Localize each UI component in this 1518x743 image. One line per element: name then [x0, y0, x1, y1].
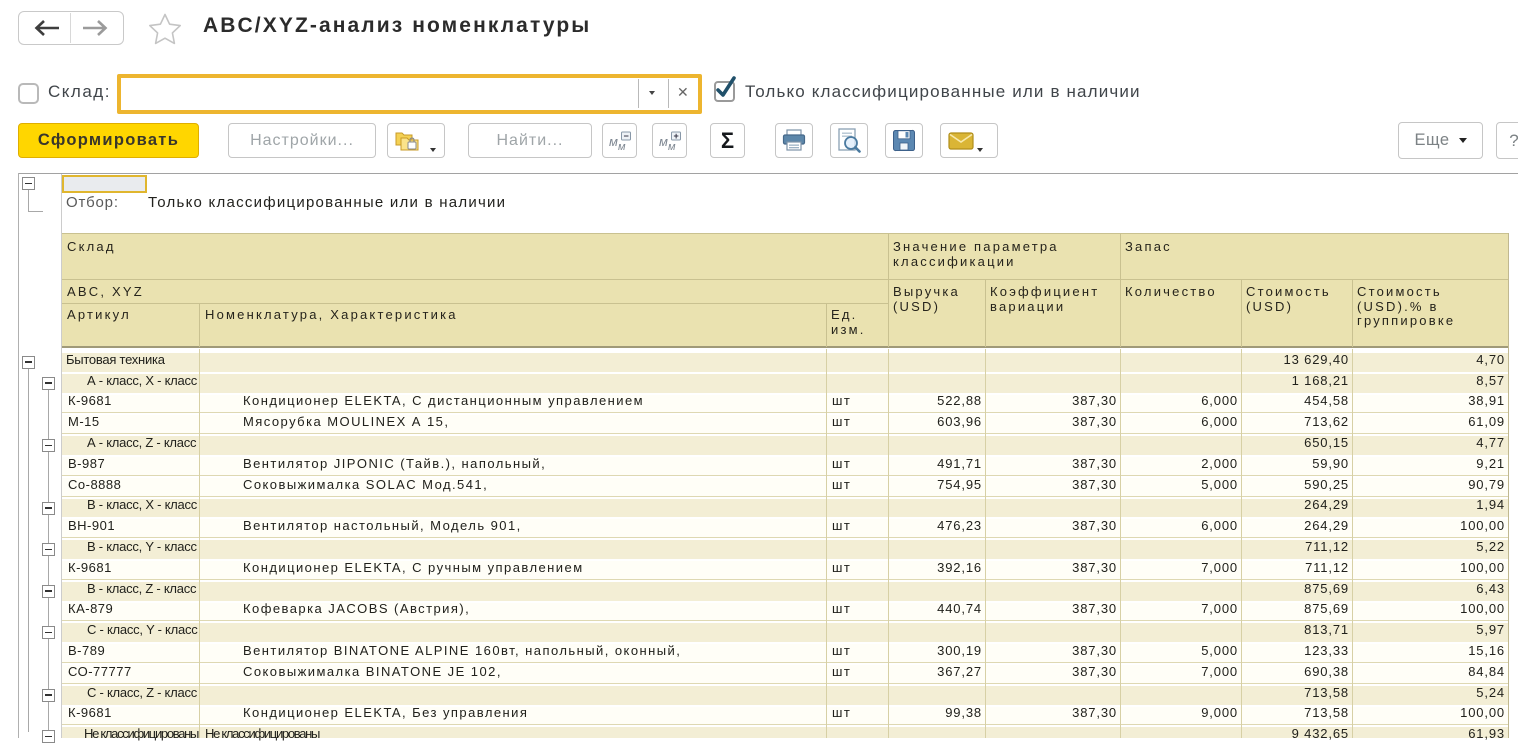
svg-text:м: м	[668, 141, 676, 152]
svg-text:м: м	[659, 134, 668, 149]
svg-text:−: −	[624, 131, 629, 141]
svg-text:м: м	[609, 134, 618, 149]
svg-text:м: м	[618, 141, 626, 152]
svg-text:+: +	[674, 131, 679, 141]
